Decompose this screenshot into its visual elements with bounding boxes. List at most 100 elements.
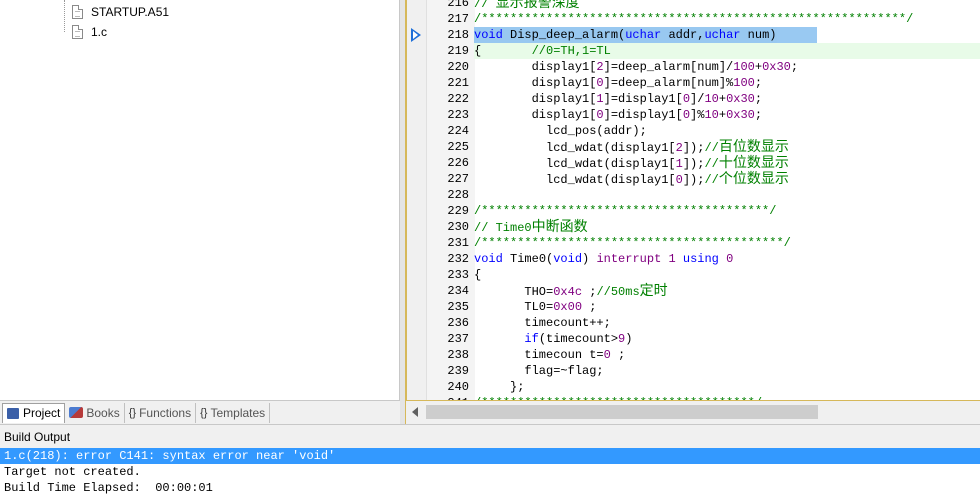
line-number: 234: [447, 284, 469, 298]
tree-item-label: 1.c: [91, 25, 108, 39]
code-line[interactable]: 240 };: [407, 379, 980, 395]
code-text: display1[0]=display1[0]%10+0x30;: [474, 108, 763, 122]
line-number: 221: [447, 76, 469, 90]
functions-icon: {}: [128, 406, 137, 419]
code-line[interactable]: 217 /************************************…: [407, 11, 980, 27]
scrollbar-thumb[interactable]: [426, 405, 818, 419]
line-number: 237: [447, 332, 469, 346]
tab-project[interactable]: Project: [2, 402, 66, 423]
tab-label: Project: [23, 406, 61, 420]
code-text: lcd_wdat(display1[0]);//个位数显示: [474, 171, 789, 187]
code-text: void Disp_deep_alarm(uchar addr,uchar nu…: [474, 27, 777, 43]
tree-connector: [64, 0, 65, 32]
code-text: TL0=0x00 ;: [474, 300, 597, 314]
current-line-arrow-icon: [411, 28, 421, 42]
code-line[interactable]: 216// 显示报警深度: [407, 0, 980, 11]
line-number: 229: [447, 204, 469, 218]
code-line[interactable]: 229 /************************************…: [407, 203, 980, 219]
code-line[interactable]: 221 display1[0]=deep_alarm[num]%100;: [407, 75, 980, 91]
code-line[interactable]: 222 display1[1]=display1[0]/10+0x30;: [407, 91, 980, 107]
code-text: };: [474, 380, 525, 394]
code-text: { //0=TH,1=TL: [474, 44, 611, 58]
project-panel: STARTUP.A51 1.c: [0, 0, 400, 424]
code-text: {: [474, 268, 482, 282]
code-text: display1[1]=display1[0]/10+0x30;: [474, 92, 763, 106]
code-text: lcd_pos(addr);: [474, 124, 647, 138]
templates-icon: {}: [200, 406, 208, 419]
line-number: 222: [447, 92, 469, 106]
line-number: 233: [447, 268, 469, 282]
line-number: 239: [447, 364, 469, 378]
code-line[interactable]: 218 void Disp_deep_alarm(uchar addr,uchar…: [407, 27, 980, 43]
code-line[interactable]: 225 lcd_wdat(display1[2]);//百位数显示: [407, 139, 980, 155]
tree-item-1c[interactable]: 1.c: [72, 22, 107, 42]
code-line[interactable]: 231 /************************************…: [407, 235, 980, 251]
code-line[interactable]: 236 timecount++;: [407, 315, 980, 331]
tree-item-startup[interactable]: STARTUP.A51: [72, 2, 169, 22]
line-number: 226: [447, 156, 469, 170]
code-text: if(timecount>9): [524, 332, 633, 346]
code-line[interactable]: 237 if(timecount>9): [407, 331, 980, 347]
code-text: void Time0(void) interrupt 1 using 0: [474, 252, 734, 266]
code-text: /***************************************…: [474, 236, 791, 250]
line-number: 220: [447, 60, 469, 74]
line-number: 227: [447, 172, 469, 186]
build-output-title: Build Output: [0, 424, 980, 448]
code-line[interactable]: 226 lcd_wdat(display1[1]);//十位数显示: [407, 155, 980, 171]
line-number: 228: [447, 188, 469, 202]
scroll-left-icon[interactable]: [412, 407, 418, 417]
file-icon: [72, 5, 83, 19]
code-line[interactable]: 233 {: [407, 267, 980, 283]
line-number: 224: [447, 124, 469, 138]
file-icon: [72, 25, 83, 39]
project-icon: [7, 407, 19, 419]
code-line[interactable]: 219 { //0=TH,1=TL: [407, 43, 980, 59]
code-text: /***************************************…: [474, 12, 914, 26]
line-number: 235: [447, 300, 469, 314]
code-text: lcd_wdat(display1[1]);//十位数显示: [474, 155, 789, 171]
code-line[interactable]: 224 lcd_pos(addr);: [407, 123, 980, 139]
code-line[interactable]: 234 THO=0x4c ;//50ms定时: [407, 283, 980, 299]
build-output-line[interactable]: Build Time Elapsed: 00:00:01: [0, 480, 980, 496]
code-text: flag=~flag;: [474, 364, 604, 378]
code-text: display1[2]=deep_alarm[num]/100+0x30;: [474, 60, 799, 74]
code-line[interactable]: 223 display1[0]=display1[0]%10+0x30;: [407, 107, 980, 123]
tab-label: Books: [86, 405, 120, 420]
code-text: THO=0x4c ;//50ms定时: [474, 283, 668, 299]
build-output-line[interactable]: Target not created.: [0, 464, 980, 480]
code-line[interactable]: 235 TL0=0x00 ;: [407, 299, 980, 315]
line-number: 216: [447, 0, 469, 10]
line-number: 240: [447, 380, 469, 394]
code-line[interactable]: 239 flag=~flag;: [407, 363, 980, 379]
code-text: /***************************************…: [474, 204, 777, 218]
horizontal-scrollbar[interactable]: [406, 400, 980, 424]
tab-books[interactable]: Books: [65, 402, 125, 423]
code-line[interactable]: 232 void Time0(void) interrupt 1 using 0: [407, 251, 980, 267]
code-line[interactable]: 228: [407, 187, 980, 203]
tree-item-label: STARTUP.A51: [91, 5, 170, 19]
code-text: display1[0]=deep_alarm[num]%100;: [474, 76, 763, 90]
books-icon: [69, 407, 84, 418]
project-panel-tabs: Project Books {} Functions {} Templates: [0, 400, 400, 424]
line-number: 219: [447, 44, 469, 58]
line-number: 236: [447, 316, 469, 330]
tab-label: Functions: [139, 405, 192, 420]
tab-functions[interactable]: {} Functions: [125, 402, 197, 423]
code-text: timecoun t=0 ;: [474, 348, 626, 362]
tab-label: Templates: [210, 405, 266, 420]
line-number: 230: [447, 220, 469, 234]
code-line[interactable]: 227 lcd_wdat(display1[0]);//个位数显示: [407, 171, 980, 187]
build-output-panel[interactable]: 1.c(218): error C141: syntax error near …: [0, 448, 980, 496]
code-line[interactable]: 230 // Time0中断函数: [407, 219, 980, 235]
line-number: 238: [447, 348, 469, 362]
code-line[interactable]: 238 timecoun t=0 ;: [407, 347, 980, 363]
build-output-line[interactable]: 1.c(218): error C141: syntax error near …: [0, 448, 980, 464]
line-number: 225: [447, 140, 469, 154]
code-line[interactable]: 220 display1[2]=deep_alarm[num]/100+0x30…: [407, 59, 980, 75]
code-editor[interactable]: 216// 显示报警深度 217 /************************…: [406, 0, 980, 400]
line-number: 223: [447, 108, 469, 122]
line-number: 218: [447, 28, 469, 42]
code-text: lcd_wdat(display1[2]);//百位数显示: [474, 139, 789, 155]
line-number: 231: [447, 236, 469, 250]
tab-templates[interactable]: {} Templates: [196, 402, 271, 423]
